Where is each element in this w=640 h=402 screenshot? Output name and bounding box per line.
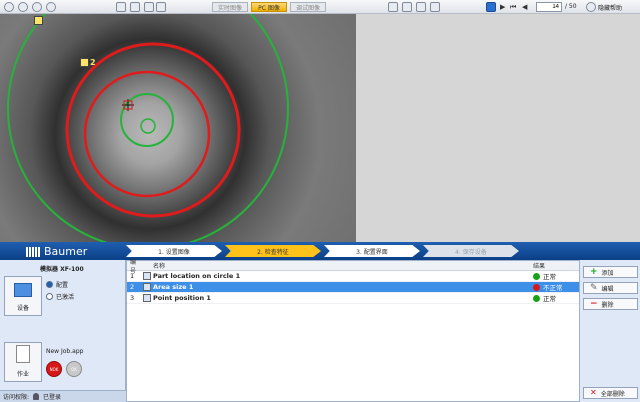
secondary-view (356, 14, 640, 242)
zoom-fit-icon[interactable] (32, 2, 42, 12)
device-button[interactable]: 设备 (4, 276, 42, 316)
step-configure-interface[interactable]: 3. 配置界面 (324, 245, 420, 257)
feature-type-icon (141, 294, 153, 302)
zoom-in-icon[interactable] (4, 2, 14, 12)
roi-label-number: 2 (90, 57, 96, 67)
monitor-icon[interactable] (130, 2, 140, 12)
status-dot (533, 272, 540, 280)
split-view-icon[interactable] (156, 2, 166, 12)
access-label: 访问权限: (3, 394, 30, 401)
table-row[interactable]: 1 Part location on circle 1 正常 (127, 271, 579, 282)
minus-icon: − (590, 298, 598, 309)
x-icon: ✕ (590, 388, 597, 397)
radio-config[interactable]: 配置 (46, 280, 68, 289)
radio-active[interactable]: 已激活 (46, 292, 74, 301)
step-setup-image[interactable]: 1. 设置图像 (126, 245, 222, 257)
pencil-icon: ✎ (590, 282, 598, 293)
add-button[interactable]: + 添加 (583, 266, 638, 278)
feature-table: 编号 名称 结果 1 Part location on circle 1 正常 … (126, 259, 580, 402)
access-user[interactable]: 已登录 (43, 392, 61, 401)
table-row[interactable]: 3 Point position 1 正常 (127, 293, 579, 304)
zoom-reset-icon[interactable] (46, 2, 56, 12)
status-dot (533, 283, 540, 291)
grab-image-icon[interactable] (116, 2, 126, 12)
step-save-device: 4. 保存设备 (423, 245, 519, 257)
roi-inner-red-circle (83, 70, 211, 198)
camera-icon[interactable] (388, 2, 398, 12)
roi-label[interactable]: 2 (80, 57, 96, 67)
roi-center-green-circle (140, 118, 156, 134)
column-result[interactable]: 结果 (533, 261, 545, 270)
status-dot (533, 294, 540, 302)
table-row[interactable]: 2 Area size 1 不正常 (127, 282, 579, 293)
folder-icon[interactable] (430, 2, 440, 12)
column-name[interactable]: 名称 (153, 261, 533, 270)
table-header: 编号 名称 结果 (127, 259, 579, 275)
roi-inner-green-circle (120, 93, 174, 147)
pause-icon[interactable] (486, 2, 496, 12)
workflow-bar: Baumer 1. 设置图像 2. 检查特征 3. 配置界面 4. 保存设备 (0, 242, 640, 260)
document-icon (16, 345, 30, 363)
mode-debug-image[interactable]: 调试图像 (290, 2, 326, 12)
mode-pc-image[interactable]: PC 图像 (251, 2, 287, 12)
delete-all-button[interactable]: ✕ 全部删除 (583, 387, 638, 399)
frame-number-input[interactable] (536, 2, 562, 12)
help-icon[interactable] (586, 2, 596, 12)
first-frame-icon[interactable]: ⏮ (510, 2, 516, 12)
user-icon (33, 393, 40, 400)
plus-icon: + (590, 266, 598, 277)
toolbar: 实时图像 PC 图像 调试图像 ▶ ⏮ ◀ / 50 隐藏帮助 (0, 0, 640, 14)
feature-type-icon (141, 272, 153, 280)
step-check-features[interactable]: 2. 检查特征 (225, 245, 321, 257)
zoom-out-icon[interactable] (18, 2, 28, 12)
hide-help-link[interactable]: 隐藏帮助 (598, 3, 622, 12)
frame-total: / 50 (565, 3, 577, 10)
delete-button[interactable]: − 删除 (583, 298, 638, 310)
brand-name: Baumer (44, 245, 88, 258)
roi-marker-icon (80, 57, 89, 67)
action-panel: + 添加 ✎ 编辑 − 删除 ✕ 全部删除 (580, 260, 640, 402)
settings-icon[interactable] (416, 2, 426, 12)
prev-frame-icon[interactable]: ◀ (522, 2, 527, 12)
device-panel: 模拟器 XF-100 设备 配置 已激活 作业 New Job.app NOK … (0, 260, 126, 402)
ok-indicator: OK (66, 361, 82, 377)
radio-active-dot (46, 293, 53, 300)
feature-type-icon (141, 283, 153, 291)
access-status-bar: 访问权限: 已登录 (0, 390, 126, 402)
single-view-icon[interactable] (144, 2, 154, 12)
record-icon[interactable] (402, 2, 412, 12)
edit-button[interactable]: ✎ 编辑 (583, 282, 638, 294)
nok-indicator: NOK (46, 361, 62, 377)
brand-logo: Baumer (26, 245, 87, 258)
image-view: 2 (0, 14, 640, 242)
roi-outer-green-circle (7, 14, 289, 242)
roi-overlay (7, 14, 289, 242)
camera-image[interactable]: 2 (0, 14, 356, 242)
job-button[interactable]: 作业 (4, 342, 42, 382)
table-body: 1 Part location on circle 1 正常 2 Area si… (127, 271, 579, 304)
radio-config-dot (46, 281, 53, 288)
roi-handle-icon[interactable] (34, 16, 43, 25)
sensor-name: 模拟器 XF-100 (40, 266, 84, 273)
baumer-logo-icon (26, 246, 40, 257)
monitor-device-icon (14, 283, 32, 297)
mode-live-image[interactable]: 实时图像 (212, 2, 248, 12)
job-file-name: New Job.app (46, 348, 84, 355)
play-icon[interactable]: ▶ (500, 2, 505, 12)
